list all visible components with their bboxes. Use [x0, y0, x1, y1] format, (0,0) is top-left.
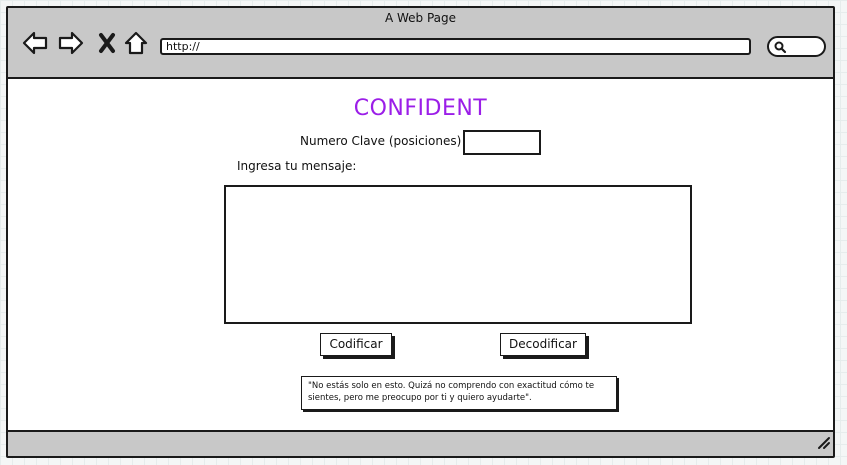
message-label: Ingresa tu mensaje:	[237, 159, 357, 173]
support-quote: "No estás solo en esto. Quizá no compren…	[301, 376, 617, 410]
resize-handle-icon[interactable]	[817, 435, 831, 454]
browser-statusbar	[8, 430, 833, 456]
key-number-label: Numero Clave (posiciones)	[300, 134, 462, 148]
browser-window: A Web Page http:// CONFIDENT Numero Clav…	[6, 6, 835, 458]
page-title: CONFIDENT	[353, 96, 488, 121]
window-title: A Web Page	[384, 11, 457, 25]
decode-button[interactable]: Decodificar	[500, 333, 586, 356]
encode-button[interactable]: Codificar	[320, 333, 392, 356]
forward-arrow-icon[interactable]	[58, 30, 84, 56]
address-bar[interactable]: http://	[160, 38, 751, 55]
message-textarea[interactable]	[224, 185, 692, 324]
search-icon	[774, 41, 787, 54]
browser-titlebar: A Web Page http://	[8, 8, 833, 79]
search-field[interactable]	[767, 36, 826, 57]
home-icon[interactable]	[123, 30, 149, 56]
close-x-icon[interactable]	[97, 30, 117, 56]
back-arrow-icon[interactable]	[22, 30, 48, 56]
key-number-input[interactable]	[463, 130, 541, 155]
